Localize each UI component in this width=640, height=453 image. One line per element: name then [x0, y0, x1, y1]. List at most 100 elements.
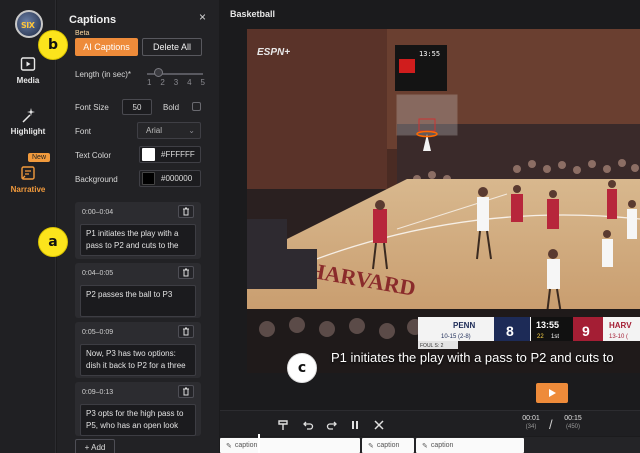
- ai-captions-button[interactable]: AI Captions: [75, 38, 138, 56]
- nav-narrative-label: Narrative: [10, 185, 46, 194]
- font-size-label: Font Size: [75, 103, 109, 112]
- paint-format-icon[interactable]: [277, 419, 289, 431]
- text-color-swatch[interactable]: [142, 148, 155, 161]
- project-title: Basketball: [230, 9, 276, 19]
- trash-button[interactable]: [178, 266, 194, 279]
- timeline-clip[interactable]: ✎ caption: [416, 438, 524, 453]
- chevron-down-icon: ⌄: [188, 126, 195, 135]
- caption-time: 0:00–0:04: [82, 209, 114, 216]
- caption-card: 0:05–0:09 Now, P3 has two options: dish …: [75, 322, 201, 378]
- clip-label: caption: [376, 442, 400, 449]
- caption-overlay: P1 initiates the play with a pass to P2 …: [331, 350, 614, 365]
- background-color-swatch[interactable]: [142, 172, 155, 185]
- marker-c: c: [287, 353, 317, 383]
- edit-icon: ✎: [226, 442, 232, 450]
- espn-logo: ESPN+: [257, 47, 290, 58]
- close-icon[interactable]: ×: [199, 10, 206, 24]
- captions-panel: Captions × Beta AI Captions Delete All L…: [57, 0, 219, 453]
- app-logo[interactable]: SIX: [15, 10, 43, 38]
- caption-text-input[interactable]: P1 initiates the play with a pass to P2 …: [80, 224, 196, 256]
- font-select[interactable]: Arial ⌄: [137, 122, 201, 139]
- caption-card: 0:04–0:05 P2 passes the ball to P3: [75, 263, 201, 318]
- nav-narrative[interactable]: Narrative: [0, 157, 56, 194]
- away-team: HARV: [609, 321, 632, 330]
- nav-media-label: Media: [16, 76, 40, 85]
- total-time: 00:15 (450): [558, 415, 588, 430]
- video-player[interactable]: HARVARD 13:55 ESPN+ PENN 10-15 (2-8) 8 1…: [247, 29, 640, 373]
- trash-button[interactable]: [178, 325, 194, 338]
- arena-clock: 13:55: [419, 50, 440, 58]
- play-button[interactable]: [536, 383, 568, 403]
- trash-icon: [183, 327, 189, 336]
- bold-label: Bold: [163, 103, 180, 112]
- bold-checkbox[interactable]: [192, 102, 201, 111]
- marker-b: b: [38, 30, 68, 60]
- background-label: Background: [75, 175, 118, 184]
- text-color-field[interactable]: #FFFFFF: [139, 146, 201, 163]
- logo-text: SIX: [21, 21, 35, 30]
- timeline-clip[interactable]: ✎ caption: [362, 438, 414, 453]
- length-tick: 5: [200, 78, 205, 87]
- nav-highlight[interactable]: Highlight: [0, 106, 56, 136]
- current-time: 00:01 (34): [516, 415, 546, 430]
- nav-highlight-label: Highlight: [10, 127, 46, 136]
- nav-rail: SIX Media Highlight New Narrative: [0, 0, 56, 453]
- caption-card: 0:09–0:13 P3 opts for the high pass to P…: [75, 382, 201, 436]
- delete-all-button[interactable]: Delete All: [142, 38, 202, 56]
- font-label: Font: [75, 127, 92, 136]
- time-separator: /: [549, 417, 553, 432]
- caption-text-input[interactable]: Now, P3 has two options: dish it back to…: [80, 344, 196, 376]
- caption-time: 0:05–0:09: [82, 329, 114, 336]
- add-caption-button[interactable]: + Add: [75, 439, 115, 453]
- marker-a: a: [38, 227, 68, 257]
- home-record: 10-15 (2-8): [441, 334, 471, 340]
- caption-text-input[interactable]: P2 passes the ball to P3: [80, 285, 196, 317]
- total-frames: (450): [565, 424, 580, 430]
- trash-icon: [183, 207, 189, 216]
- undo-icon[interactable]: [302, 419, 314, 431]
- caption-time: 0:04–0:05: [82, 270, 114, 277]
- game-clock: 13:55: [536, 320, 559, 330]
- timeline-track[interactable]: ✎ caption ✎ caption ✎ caption: [220, 437, 640, 453]
- trash-button[interactable]: [178, 385, 194, 398]
- trash-button[interactable]: [178, 205, 194, 218]
- nav-media[interactable]: Media: [0, 55, 56, 85]
- shot-clock: 22: [537, 334, 544, 340]
- trash-icon: [183, 268, 189, 277]
- scissors-icon[interactable]: [373, 419, 385, 431]
- length-tick: 2: [160, 78, 165, 87]
- length-tick: 3: [173, 78, 179, 87]
- clip-label: caption: [430, 442, 454, 449]
- period: 1st: [551, 334, 559, 340]
- home-score: 8: [506, 323, 514, 339]
- length-tick: 1: [147, 78, 152, 87]
- timeline-clip[interactable]: ✎ caption: [220, 438, 360, 453]
- playhead[interactable]: [258, 434, 260, 453]
- edit-icon: ✎: [368, 442, 374, 450]
- length-slider-handle[interactable]: [154, 68, 163, 77]
- panel-title: Captions: [69, 14, 117, 26]
- caption-time: 0:09–0:13: [82, 389, 114, 396]
- text-color-label: Text Color: [75, 151, 112, 160]
- narrative-icon: [21, 166, 35, 180]
- length-ticks: 1 2 3 4 5: [147, 78, 205, 87]
- caption-card: 0:00–0:04 P1 initiates the play with a p…: [75, 202, 201, 259]
- current-time-value: 00:01: [522, 415, 540, 422]
- clip-label: caption: [234, 442, 258, 449]
- app-window: SIX Media Highlight New Narrative Captio…: [0, 0, 640, 453]
- media-icon: [20, 57, 36, 71]
- split-icon[interactable]: [349, 419, 361, 431]
- main-area: Basketball HARVARD 13:55 ESPN+ PENN 10-1…: [220, 0, 640, 453]
- fouls: FOUL S: 2: [420, 343, 444, 349]
- away-score: 9: [582, 323, 590, 339]
- caption-text-input[interactable]: P3 opts for the high pass to P5, who has…: [80, 404, 196, 436]
- play-icon: [549, 389, 556, 397]
- font-size-input[interactable]: 50: [122, 99, 152, 115]
- background-color-field[interactable]: #000000: [139, 170, 201, 187]
- away-record: 13-10 (: [609, 334, 628, 340]
- redo-icon[interactable]: [326, 419, 338, 431]
- trash-icon: [183, 387, 189, 396]
- beta-label: Beta: [75, 30, 90, 37]
- length-label: Length (in sec)*: [75, 70, 132, 79]
- edit-icon: ✎: [422, 442, 428, 450]
